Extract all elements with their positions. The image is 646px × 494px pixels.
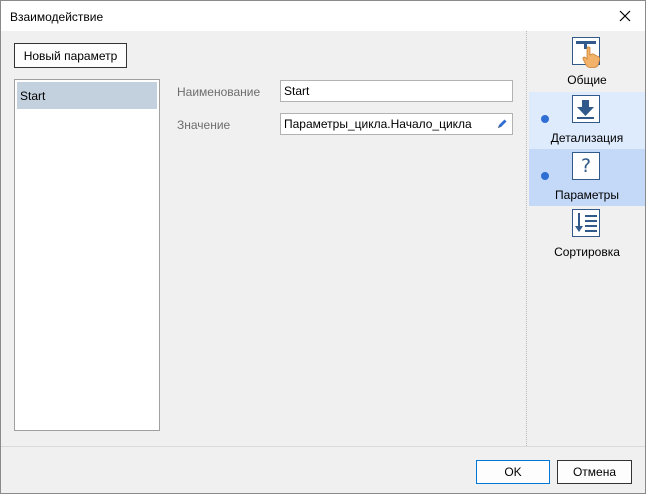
value-field-value: Параметры_цикла.Начало_цикла bbox=[284, 117, 472, 131]
title-bar: Взаимодействие bbox=[1, 1, 645, 31]
ok-button[interactable]: OK bbox=[476, 460, 550, 484]
marker-dot bbox=[541, 115, 549, 123]
list-item[interactable]: Start bbox=[17, 82, 157, 109]
sidebar-item-label: Сортировка bbox=[554, 245, 620, 259]
pencil-icon[interactable] bbox=[496, 118, 508, 130]
name-field-value: Start bbox=[284, 84, 310, 98]
value-field[interactable]: Параметры_цикла.Начало_цикла bbox=[280, 113, 513, 135]
sidebar-item-sorting[interactable]: Сортировка bbox=[529, 206, 645, 263]
sidebar-divider bbox=[526, 31, 527, 446]
close-button[interactable] bbox=[605, 1, 645, 31]
sidebar-item-label: Детализация bbox=[550, 131, 624, 145]
hand-pointer-icon bbox=[572, 37, 602, 68]
question-icon: ? bbox=[572, 152, 602, 182]
footer-divider bbox=[1, 446, 645, 447]
window-title: Взаимодействие bbox=[10, 10, 104, 24]
sidebar-item-general[interactable]: Общие bbox=[529, 34, 645, 91]
new-parameter-button[interactable]: Новый параметр bbox=[14, 43, 127, 68]
name-field[interactable]: Start bbox=[280, 80, 513, 102]
list-item-label: Start bbox=[20, 88, 46, 103]
sort-icon bbox=[572, 209, 602, 239]
parameters-list[interactable]: Start bbox=[14, 79, 160, 431]
close-icon bbox=[619, 10, 631, 22]
sidebar-item-detailing[interactable]: Детализация bbox=[529, 92, 645, 149]
sidebar-item-label: Общие bbox=[567, 73, 607, 87]
arrow-down-icon bbox=[572, 95, 602, 125]
marker-dot bbox=[541, 172, 549, 180]
sidebar-item-parameters[interactable]: ? Параметры bbox=[529, 149, 645, 206]
dialog-window: Взаимодействие Новый параметр Start Наим… bbox=[0, 0, 646, 494]
cancel-button[interactable]: Отмена bbox=[557, 460, 632, 484]
sidebar-item-label: Параметры bbox=[555, 188, 619, 202]
value-label: Значение bbox=[177, 118, 231, 132]
name-label: Наименование bbox=[177, 85, 261, 99]
